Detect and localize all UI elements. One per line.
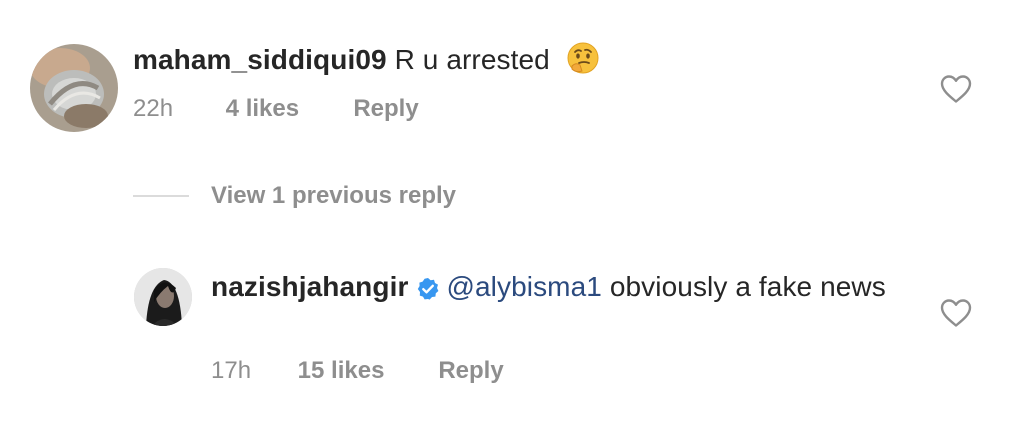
reply-time: 17h	[211, 357, 252, 384]
comment-body: R u arrested	[394, 44, 550, 75]
avatar[interactable]	[30, 44, 118, 132]
divider-line	[133, 195, 189, 197]
verified-badge-icon	[416, 275, 440, 309]
comment-text: maham_siddiqui09 R u arrested	[133, 41, 600, 83]
reply-button[interactable]: Reply	[353, 95, 418, 123]
thinking-face-emoji-icon	[566, 41, 600, 83]
heart-outline-icon[interactable]	[939, 298, 973, 328]
comment-username[interactable]: maham_siddiqui09	[133, 44, 387, 75]
comment-meta: 22h 4 likes Reply	[133, 95, 419, 123]
comments-thread: maham_siddiqui09 R u arrested 22h 4 like…	[0, 0, 1024, 437]
reply-button[interactable]: Reply	[438, 357, 503, 385]
reply-text: nazishjahangir @alybisma1 obviously a fa…	[211, 270, 891, 309]
reply-likes[interactable]: 15 likes	[298, 357, 432, 385]
view-replies-label: View 1 previous reply	[211, 182, 457, 209]
reply-username[interactable]: nazishjahangir	[211, 271, 408, 302]
view-replies-button[interactable]: View 1 previous reply	[133, 181, 456, 211]
comment-time: 22h	[133, 95, 174, 122]
avatar[interactable]	[134, 268, 192, 326]
comment-likes[interactable]: 4 likes	[226, 95, 347, 123]
reply-body: obviously a fake news	[609, 271, 886, 302]
heart-outline-icon[interactable]	[939, 74, 973, 104]
mention-link[interactable]: @alybisma1	[446, 271, 601, 302]
reply-meta: 17h 15 likes Reply	[211, 357, 504, 385]
